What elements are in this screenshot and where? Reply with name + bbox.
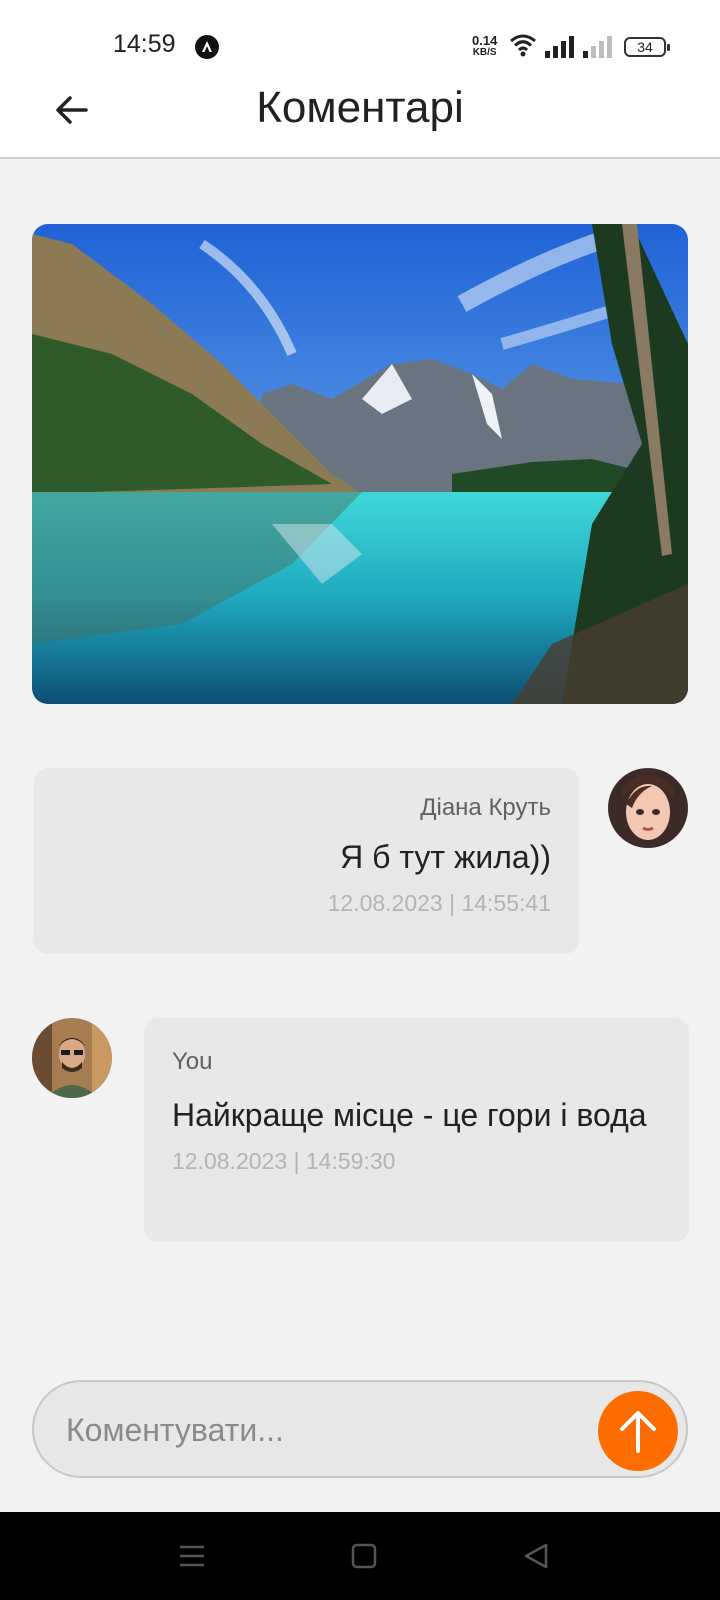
battery-indicator: 34 <box>624 37 670 57</box>
comment-bubble: You Найкраще місце - це гори і вода 12.0… <box>144 1018 689 1242</box>
comment-bubble: Діана Круть Я б тут жила)) 12.08.2023 | … <box>34 768 579 954</box>
send-button[interactable] <box>598 1391 678 1471</box>
status-time: 14:59 <box>113 30 176 58</box>
comment-timestamp: 12.08.2023 | 14:55:41 <box>327 890 551 916</box>
comment-timestamp: 12.08.2023 | 14:59:30 <box>172 1148 396 1174</box>
avatar[interactable] <box>32 1018 112 1098</box>
comment-text: Найкраще місце - це гори і вода <box>172 1097 647 1133</box>
net-speed-unit: KB/S <box>472 47 497 58</box>
avatar[interactable] <box>608 768 688 848</box>
comment-author: You <box>172 1048 213 1075</box>
comment-composer <box>32 1380 688 1478</box>
wifi-icon <box>509 33 537 62</box>
menu-icon[interactable] <box>178 1542 206 1575</box>
comment-author: Діана Круть <box>420 794 551 821</box>
system-nav-bar <box>0 1512 720 1600</box>
home-square-icon[interactable] <box>350 1542 378 1575</box>
page-title: Коментарі <box>256 83 464 132</box>
comment-text: Я б тут жила)) <box>340 839 551 875</box>
signal-strength-secondary-icon <box>583 36 613 63</box>
back-triangle-icon[interactable] <box>522 1542 550 1575</box>
net-speed-value: 0.14 <box>472 33 498 48</box>
notification-icon <box>195 35 219 59</box>
arrow-up-icon <box>620 1411 656 1453</box>
comment-input[interactable] <box>64 1404 568 1456</box>
net-speed: 0.14 KB/S <box>472 34 497 58</box>
app-bar: Коментарі <box>0 80 720 159</box>
signal-strength-icon <box>545 36 575 63</box>
status-bar: 14:59 0.14 KB/S 34 <box>0 0 720 80</box>
post-photo <box>32 224 688 704</box>
